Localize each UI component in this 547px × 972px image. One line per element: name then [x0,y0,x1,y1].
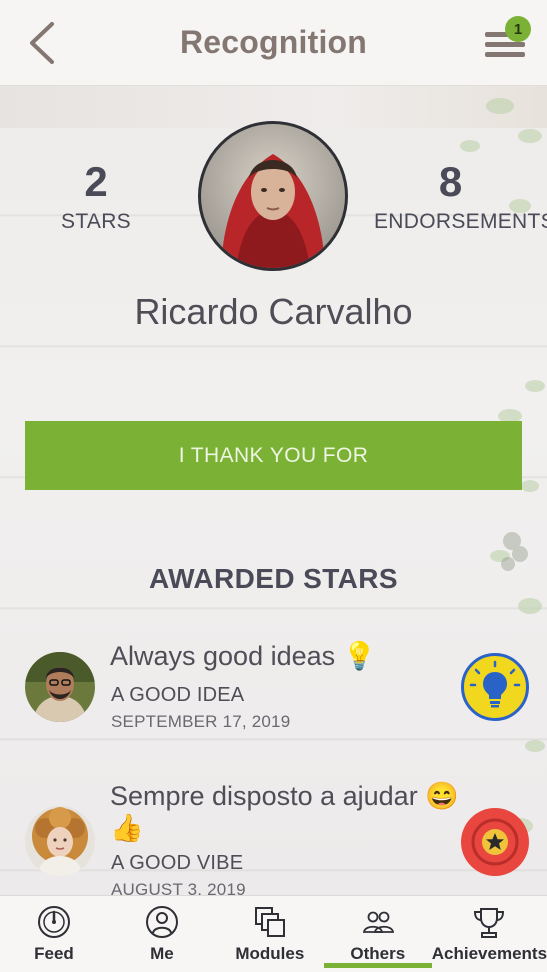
people-icon [362,911,394,933]
nav-me[interactable]: Me [108,896,216,972]
avatar [25,806,95,876]
app-header: Recognition 1 [0,0,547,86]
awarded-stars-title: AWARDED STARS [149,563,398,594]
star-badge[interactable] [461,653,529,721]
profile-photo [201,124,345,268]
profile-name: Ricardo Carvalho [134,291,413,332]
thank-you-button[interactable]: I THANK YOU FOR [25,421,522,490]
star-title: Sempre disposto a ajudar 😄 [110,781,459,811]
star-title-emoji: 👍 [110,813,144,843]
star-category: A GOOD VIBE [111,852,244,874]
lightbulb-icon [469,660,521,713]
nav-achievements[interactable]: Achievements [432,896,547,972]
profile-avatar [198,121,348,271]
nav-label: Me [150,944,174,963]
nav-label: Modules [235,944,305,963]
notification-badge: 1 [505,16,531,42]
endorsements-stat: 8 ENDORSEMENTS [374,158,547,234]
list-item[interactable]: Sempre disposto a ajudar 😄 👍 A GOOD VIBE… [0,760,547,899]
star-icon [462,809,528,875]
page-title: Recognition [179,24,368,60]
star-title: Always good ideas 💡 [110,641,377,671]
nav-others[interactable]: Others [323,896,432,972]
nav-label: Feed [34,944,74,963]
awarder-photo [25,652,95,722]
nav-label: Achievements [431,944,547,963]
chevron-left-icon [30,22,54,64]
star-date: SEPTEMBER 17, 2019 [111,712,291,731]
endorsements-count: 8 [438,158,463,205]
bottom-navigation: Feed Me Modules Others Achievements [0,895,547,972]
nav-label: Others [350,944,406,963]
trophy-icon [474,908,505,938]
menu-button[interactable]: 1 [483,16,531,64]
person-icon [145,906,178,938]
nav-feed[interactable]: Feed [0,896,108,972]
avatar [25,652,95,722]
modules-icon [254,907,285,937]
gauge-icon [37,906,70,938]
star-category: A GOOD IDEA [111,684,245,706]
endorsements-label: ENDORSEMENTS [374,210,547,233]
stars-stat: 2 STARS [55,160,137,234]
star-badge[interactable] [461,808,529,876]
back-button[interactable] [24,18,64,68]
stars-count: 2 [84,158,108,205]
awarder-photo [25,806,95,876]
nav-modules[interactable]: Modules [216,896,324,972]
stars-label: STARS [61,210,131,233]
list-item[interactable]: Always good ideas 💡 A GOOD IDEA SEPTEMBE… [0,620,547,750]
